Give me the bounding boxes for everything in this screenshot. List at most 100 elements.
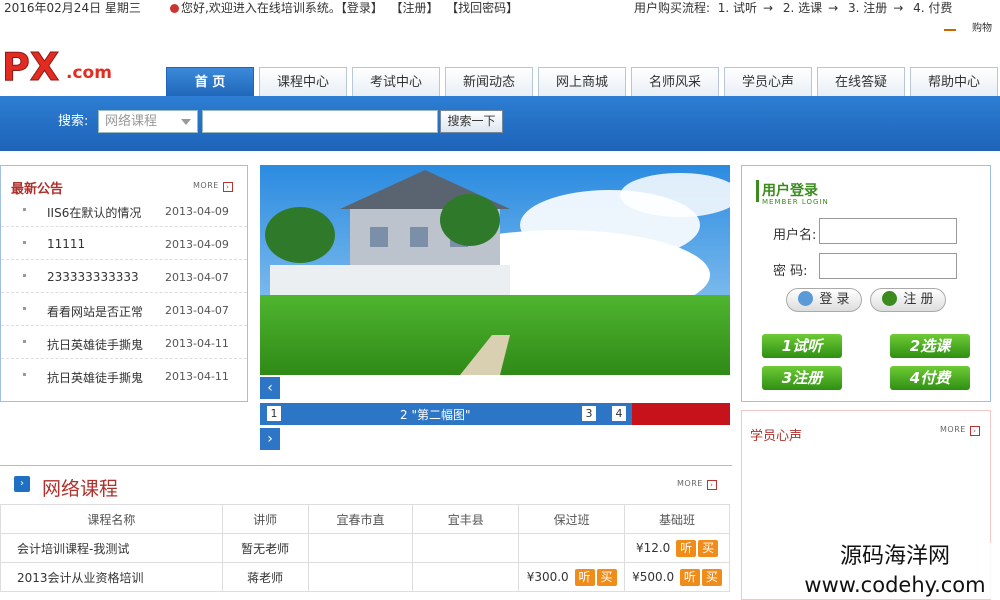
course-cell [307, 562, 414, 592]
listen-button[interactable]: 听 [574, 568, 595, 586]
tab-courses[interactable]: 课程中心 [259, 67, 347, 97]
slide-current-caption: 2 "第二幅图" [400, 408, 471, 422]
list-item[interactable]: 233333333333 2013-04-07 [1, 260, 247, 293]
buy-button[interactable]: 买 [698, 539, 719, 557]
courses-table: 课程名称 讲师 宜春市直 宜丰县 保过班 基础班 会计培训课程-我测试 暂无老师… [0, 504, 730, 592]
more-label: MORE [940, 425, 966, 434]
tab-news[interactable]: 新闻动态 [445, 67, 533, 97]
buy-button[interactable]: 买 [596, 568, 617, 586]
more-arrow-icon: › [222, 182, 233, 192]
bullet-icon [23, 241, 26, 244]
slider-next-button[interactable]: › [260, 428, 280, 450]
table-row: 2013会计从业资格培训 蒋老师 ¥300.0 听买 ¥500.0 听买 [0, 562, 730, 592]
logo-graphic: PX .com [2, 45, 112, 90]
buy-button[interactable]: 买 [701, 568, 722, 586]
tab-student-voice[interactable]: 学员心声 [724, 67, 812, 97]
login-button[interactable]: 登 录 [786, 288, 862, 312]
search-category-value: 网络课程 [105, 114, 158, 129]
tab-exams[interactable]: 考试中心 [352, 67, 440, 97]
cart-icon [944, 22, 956, 31]
course-cell [518, 533, 626, 563]
username-label: 用户名: [773, 228, 817, 243]
notice-panel: 最新公告 MORE › IIS6在默认的情况 2013-04-09 11111 201… [0, 165, 248, 402]
notice-item-title: 抗日英雄徒手撕鬼 [47, 338, 144, 352]
notice-item-date: 2013-04-09 [165, 205, 229, 218]
site-logo[interactable]: PX .com [0, 42, 130, 90]
list-item[interactable]: IIS6在默认的情况 2013-04-09 [1, 194, 247, 227]
bullet-icon [23, 208, 26, 211]
tab-teachers[interactable]: 名师风采 [631, 67, 719, 97]
notice-item-date: 2013-04-09 [165, 238, 229, 251]
list-item[interactable]: 11111 2013-04-09 [1, 227, 247, 260]
search-input[interactable] [202, 110, 438, 133]
courses-more-link[interactable]: MORE › [677, 479, 717, 490]
banner-image[interactable] [260, 165, 730, 375]
price-value: ¥12.0 [635, 540, 671, 555]
main-nav: 首 页 课程中心 考试中心 新闻动态 网上商城 名师风采 学员心声 在线答疑 帮… [166, 67, 1000, 97]
search-button[interactable]: 搜索一下 [440, 110, 503, 133]
chevron-down-icon [181, 119, 191, 125]
password-field[interactable] [819, 253, 957, 279]
flow-label: 用户购买流程: [634, 1, 711, 15]
login-button-label: 登 录 [819, 292, 850, 307]
slide-4-button[interactable]: 4 [612, 406, 626, 421]
tab-shop[interactable]: 网上商城 [538, 67, 626, 97]
course-cell [412, 533, 520, 563]
price-cell: ¥500.0 听买 [624, 562, 730, 592]
register-link[interactable]: 【注册】 [390, 1, 438, 15]
tab-qa[interactable]: 在线答疑 [817, 67, 905, 97]
users-icon [798, 291, 814, 306]
step-register-button[interactable]: 3注册 [762, 366, 842, 390]
search-category-select[interactable]: 网络课程 [98, 110, 198, 133]
slider-prev-button[interactable]: ‹ [260, 377, 280, 399]
recover-password-link[interactable]: 【找回密码】 [446, 1, 518, 15]
notice-item-title: IIS6在默认的情况 [47, 206, 142, 220]
flow-step-1: 1. 试听 [717, 1, 757, 15]
register-button[interactable]: 注 册 [870, 288, 946, 312]
welcome-area: 您好,欢迎进入在线培训系统。【登录】 【注册】 【找回密码】 [170, 0, 518, 16]
more-label: MORE [677, 479, 703, 488]
cart-link[interactable]: 购物 [944, 19, 992, 34]
logo-suffix: .com [66, 63, 112, 83]
list-item[interactable]: 抗日英雄徒手撕鬼 2013-04-11 [1, 326, 247, 359]
notice-item-date: 2013-04-07 [165, 271, 229, 284]
step-pay-button[interactable]: 4付费 [890, 366, 970, 390]
price-value: ¥300.0 [526, 569, 569, 584]
listen-button[interactable]: 听 [676, 539, 697, 557]
bullet-icon [23, 340, 26, 343]
table-header-row: 课程名称 讲师 宜春市直 宜丰县 保过班 基础班 [0, 504, 730, 534]
online-courses-section: › 网络课程 MORE › 课程名称 讲师 宜春市直 宜丰县 保过班 基础班 会计… [0, 465, 732, 600]
notice-item-title: 11111 [47, 237, 86, 251]
slide-3-button[interactable]: 3 [582, 406, 596, 421]
voice-more-link[interactable]: MORE › [940, 425, 980, 436]
slide-1-button[interactable]: 1 [267, 406, 281, 421]
step-select-button[interactable]: 2选课 [890, 334, 970, 358]
listen-button[interactable]: 听 [679, 568, 700, 586]
student-voice-title: 学员心声 [750, 429, 803, 444]
course-name[interactable]: 2013会计从业资格培训 [0, 562, 223, 592]
username-field[interactable] [819, 218, 957, 244]
login-title: 用户登录 [762, 183, 818, 199]
step-trial-button[interactable]: 1试听 [762, 334, 842, 358]
watermark-line-2: www.codehy.com [804, 573, 986, 597]
more-arrow-icon: › [706, 480, 717, 490]
flow-step-4: 4. 付费 [913, 1, 953, 15]
more-arrow-icon: › [969, 426, 980, 436]
price-cell: ¥12.0 听买 [624, 533, 730, 563]
notice-item-title: 233333333333 [47, 270, 139, 284]
welcome-text: 您好,欢迎进入在线培训系统。 [181, 1, 341, 15]
list-item[interactable]: 看看网站是否正常 2013-04-07 [1, 293, 247, 326]
tab-help[interactable]: 帮助中心 [910, 67, 998, 97]
notice-item-date: 2013-04-07 [165, 304, 229, 317]
col-yichun: 宜春市直 [307, 504, 414, 534]
arrow-right-icon: → [893, 1, 904, 15]
tab-home[interactable]: 首 页 [166, 67, 254, 97]
watermark: 源码海洋网 www.codehy.com [790, 543, 1000, 599]
chevron-right-icon: › [14, 476, 30, 492]
list-item[interactable]: 抗日英雄徒手撕鬼 2013-04-11 [1, 359, 247, 392]
watermark-line-1: 源码海洋网 [839, 544, 950, 569]
course-name[interactable]: 会计培训课程-我测试 [0, 533, 223, 563]
notice-more-link[interactable]: MORE › [193, 181, 233, 192]
login-link[interactable]: 【登录】 [341, 1, 383, 15]
notice-header: 最新公告 MORE › [1, 166, 247, 197]
